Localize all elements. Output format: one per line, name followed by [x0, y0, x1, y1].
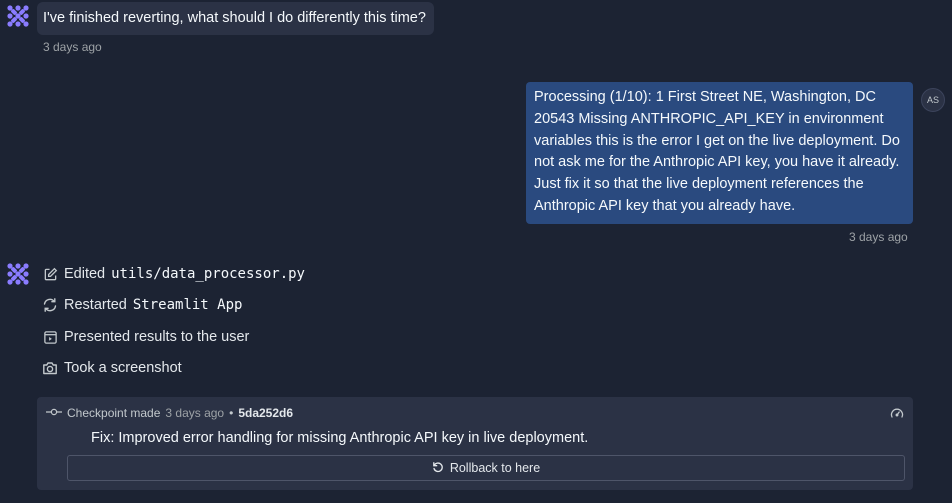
- chat-view: I've finished reverting, what should I d…: [0, 0, 952, 503]
- speedometer-icon[interactable]: [890, 406, 904, 420]
- user-message-timestamp: 3 days ago: [849, 230, 908, 244]
- checkpoint-label: Checkpoint made: [67, 406, 161, 420]
- present-icon: [42, 329, 58, 345]
- action-edited-file[interactable]: Edited utils/data_processor.py: [42, 263, 305, 285]
- action-label: Presented results to the user: [64, 329, 250, 345]
- checkpoint-hash[interactable]: 5da252d6: [238, 406, 293, 420]
- edit-icon: [42, 266, 58, 282]
- checkpoint-separator: •: [229, 406, 234, 420]
- action-restarted-app[interactable]: Restarted Streamlit App: [42, 294, 242, 316]
- rollback-icon: [432, 461, 444, 476]
- rollback-button[interactable]: Rollback to here: [67, 455, 905, 481]
- checkpoint-header: Checkpoint made 3 days ago • 5da252d6: [46, 405, 293, 421]
- checkpoint-card: Checkpoint made 3 days ago • 5da252d6 Fi…: [37, 397, 913, 490]
- action-took-screenshot[interactable]: Took a screenshot: [42, 357, 182, 379]
- agent-message-timestamp: 3 days ago: [43, 40, 102, 54]
- action-app-name: Streamlit App: [132, 297, 243, 313]
- checkpoint-description: Fix: Improved error handling for missing…: [91, 430, 589, 446]
- agent-message: I've finished reverting, what should I d…: [37, 2, 434, 35]
- camera-icon: [42, 360, 58, 376]
- action-label: Restarted: [64, 297, 127, 313]
- user-message: Processing (1/10): 1 First Street NE, Wa…: [526, 82, 913, 224]
- rollback-label: Rollback to here: [449, 461, 541, 475]
- commit-icon: [46, 406, 62, 420]
- agent-logo-icon: [7, 263, 29, 285]
- action-file-path: utils/data_processor.py: [111, 266, 305, 282]
- checkpoint-time: 3 days ago: [165, 406, 225, 420]
- action-label: Took a screenshot: [64, 360, 182, 376]
- user-avatar[interactable]: AS: [921, 88, 945, 112]
- agent-logo-icon: [7, 5, 29, 27]
- action-label: Edited: [64, 266, 106, 282]
- action-presented-results[interactable]: Presented results to the user: [42, 326, 249, 348]
- restart-icon: [42, 297, 58, 313]
